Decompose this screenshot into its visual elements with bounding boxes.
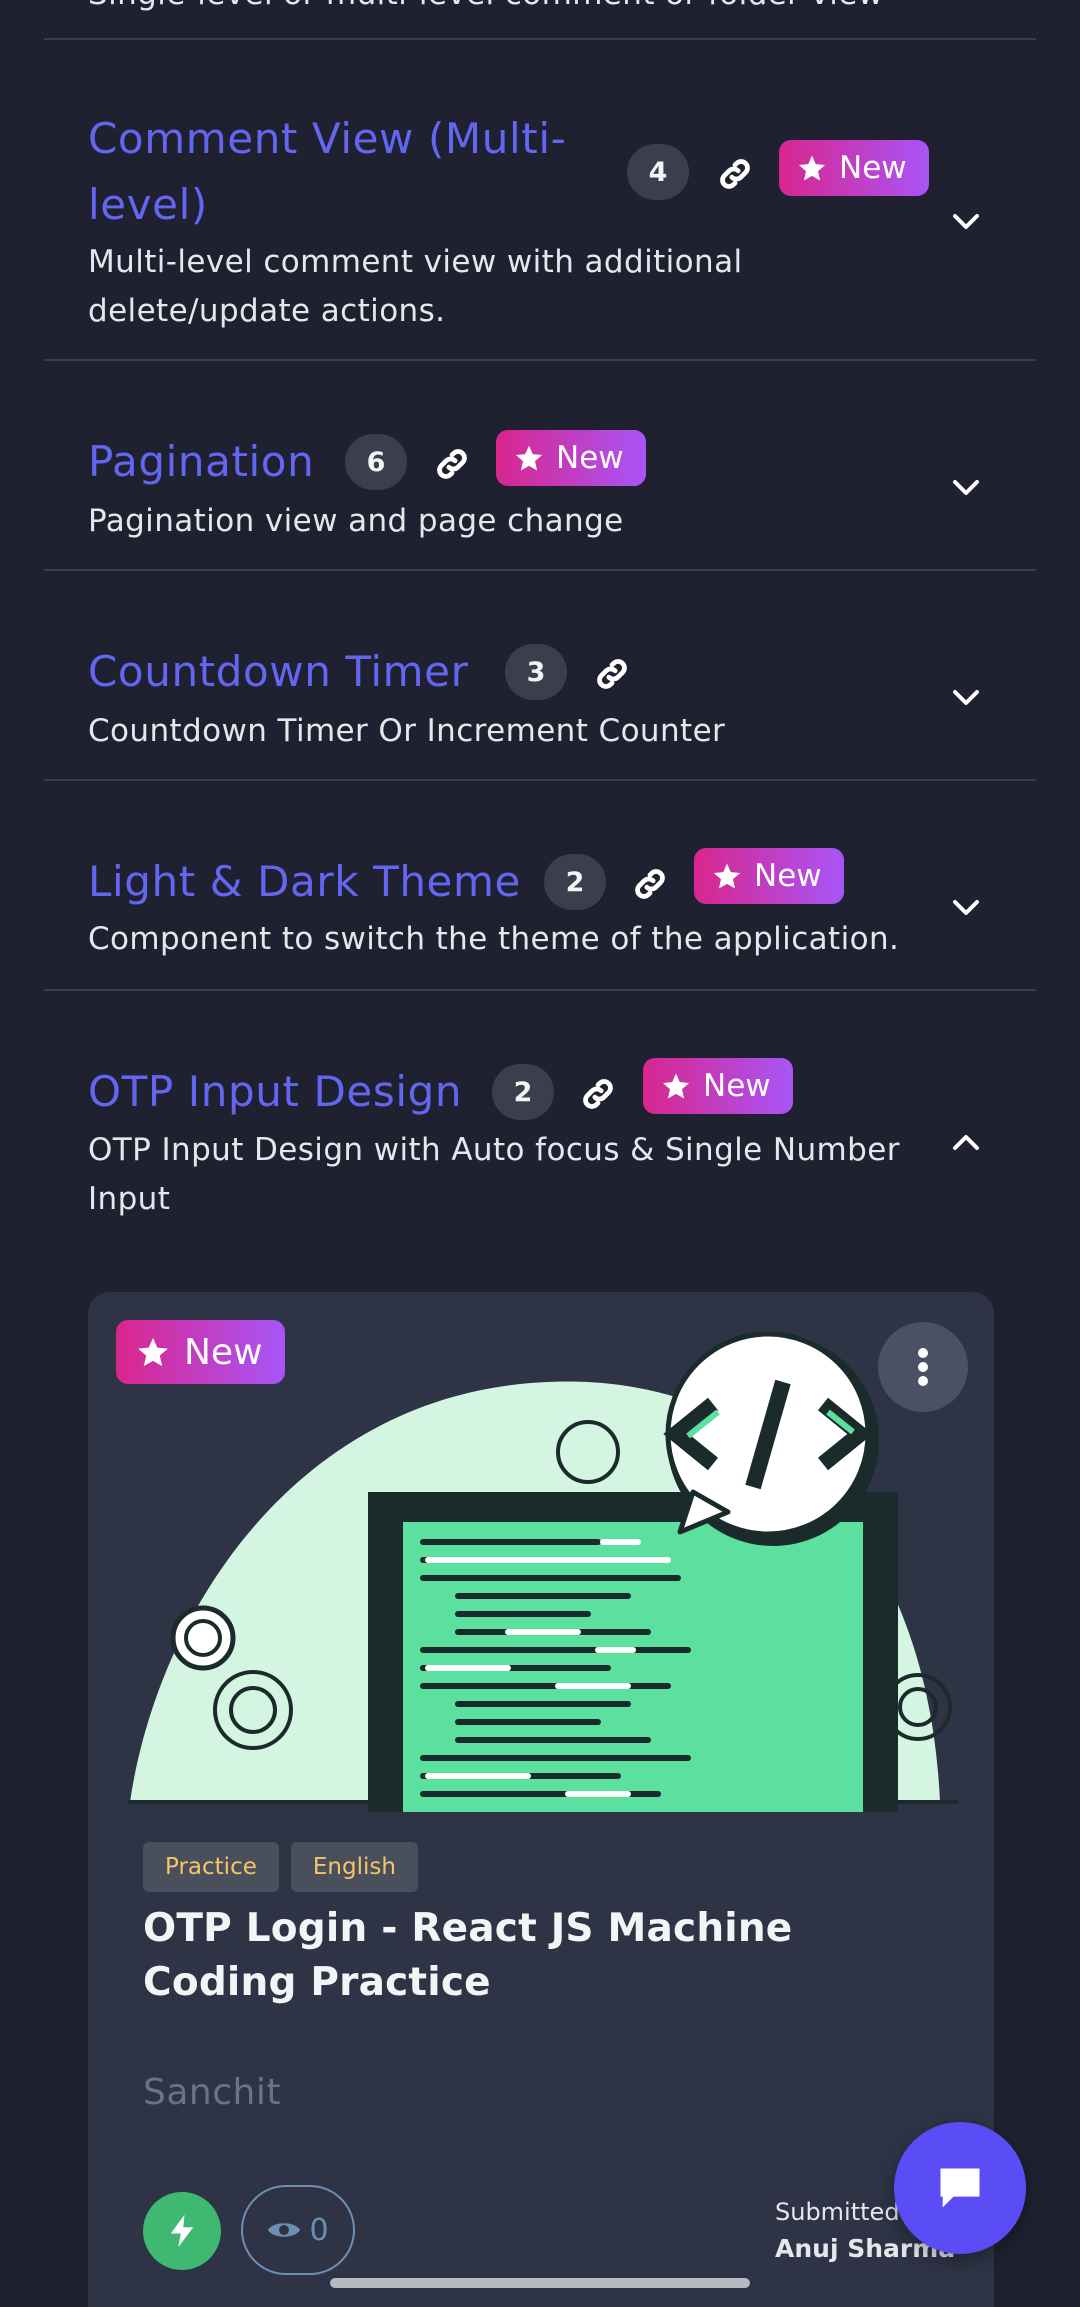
divider bbox=[44, 779, 1036, 781]
views-count: 0 bbox=[309, 2212, 329, 2248]
accordion-title[interactable]: Pagination bbox=[88, 429, 314, 495]
new-badge: New bbox=[496, 430, 646, 486]
accordion-title[interactable]: Countdown Timer bbox=[88, 639, 468, 705]
chevron-down-icon[interactable] bbox=[944, 200, 988, 244]
count-badge: 3 bbox=[505, 644, 567, 700]
star-icon bbox=[798, 155, 826, 181]
chat-button[interactable] bbox=[894, 2122, 1026, 2254]
link-icon[interactable] bbox=[590, 652, 634, 696]
new-label: New bbox=[556, 440, 624, 476]
new-label: New bbox=[839, 150, 907, 186]
content-card[interactable]: New Practice English OTP Login - React J… bbox=[88, 1292, 994, 2307]
accordion-description: OTP Input Design with Auto focus & Singl… bbox=[88, 1132, 900, 1217]
tag-chip: English bbox=[290, 1842, 418, 1892]
bolt-icon[interactable] bbox=[143, 2192, 221, 2270]
divider bbox=[44, 359, 1036, 361]
accordion-description: Countdown Timer Or Increment Counter bbox=[88, 713, 726, 749]
eye-icon bbox=[268, 2223, 301, 2237]
new-badge: New bbox=[116, 1320, 285, 1384]
submitted-label: Submitted bbox=[775, 2198, 900, 2226]
accordion-description: Component to switch the theme of the app… bbox=[88, 921, 900, 957]
count-badge: 2 bbox=[492, 1064, 554, 1120]
chevron-up-icon[interactable] bbox=[944, 1120, 988, 1164]
new-badge: New bbox=[643, 1058, 793, 1114]
link-icon[interactable] bbox=[713, 152, 757, 196]
home-indicator bbox=[330, 2278, 750, 2288]
star-icon bbox=[713, 863, 741, 889]
star-icon bbox=[515, 445, 543, 471]
accordion-description: Pagination view and page change bbox=[88, 503, 624, 539]
accordion-title[interactable]: OTP Input Design bbox=[88, 1059, 462, 1125]
divider bbox=[44, 989, 1036, 991]
link-icon[interactable] bbox=[576, 1072, 620, 1116]
new-badge: New bbox=[694, 848, 844, 904]
link-icon[interactable] bbox=[430, 442, 474, 486]
card-title[interactable]: OTP Login - React JS Machine Coding Prac… bbox=[143, 1902, 943, 2010]
star-icon bbox=[662, 1073, 690, 1099]
chat-icon bbox=[940, 2168, 980, 2208]
accordion-description: Multi-level comment view with additional… bbox=[88, 244, 743, 329]
count-badge: 4 bbox=[627, 144, 689, 200]
accordion-title[interactable]: Comment View (Multi-level) bbox=[88, 106, 608, 238]
card-author: Sanchit bbox=[143, 2072, 281, 2113]
new-label: New bbox=[184, 1331, 263, 1373]
views-button[interactable]: 0 bbox=[241, 2185, 355, 2275]
divider bbox=[44, 569, 1036, 571]
count-badge: 2 bbox=[544, 854, 606, 910]
tag-list: Practice English bbox=[143, 1842, 418, 1892]
new-label: New bbox=[703, 1068, 771, 1104]
kebab-icon[interactable] bbox=[878, 1322, 968, 1412]
coding-illustration bbox=[128, 1332, 958, 1812]
new-badge: New bbox=[779, 140, 929, 196]
tag-chip: Practice bbox=[143, 1842, 279, 1892]
chevron-down-icon[interactable] bbox=[944, 466, 988, 510]
star-icon bbox=[138, 1337, 168, 1367]
count-badge: 6 bbox=[345, 434, 407, 490]
new-label: New bbox=[754, 858, 822, 894]
truncated-description: Single-level or multi-level comment or f… bbox=[88, 0, 884, 12]
link-icon[interactable] bbox=[628, 862, 672, 906]
chevron-down-icon[interactable] bbox=[944, 886, 988, 930]
chevron-down-icon[interactable] bbox=[944, 676, 988, 720]
accordion-title[interactable]: Light & Dark Theme bbox=[88, 849, 521, 915]
